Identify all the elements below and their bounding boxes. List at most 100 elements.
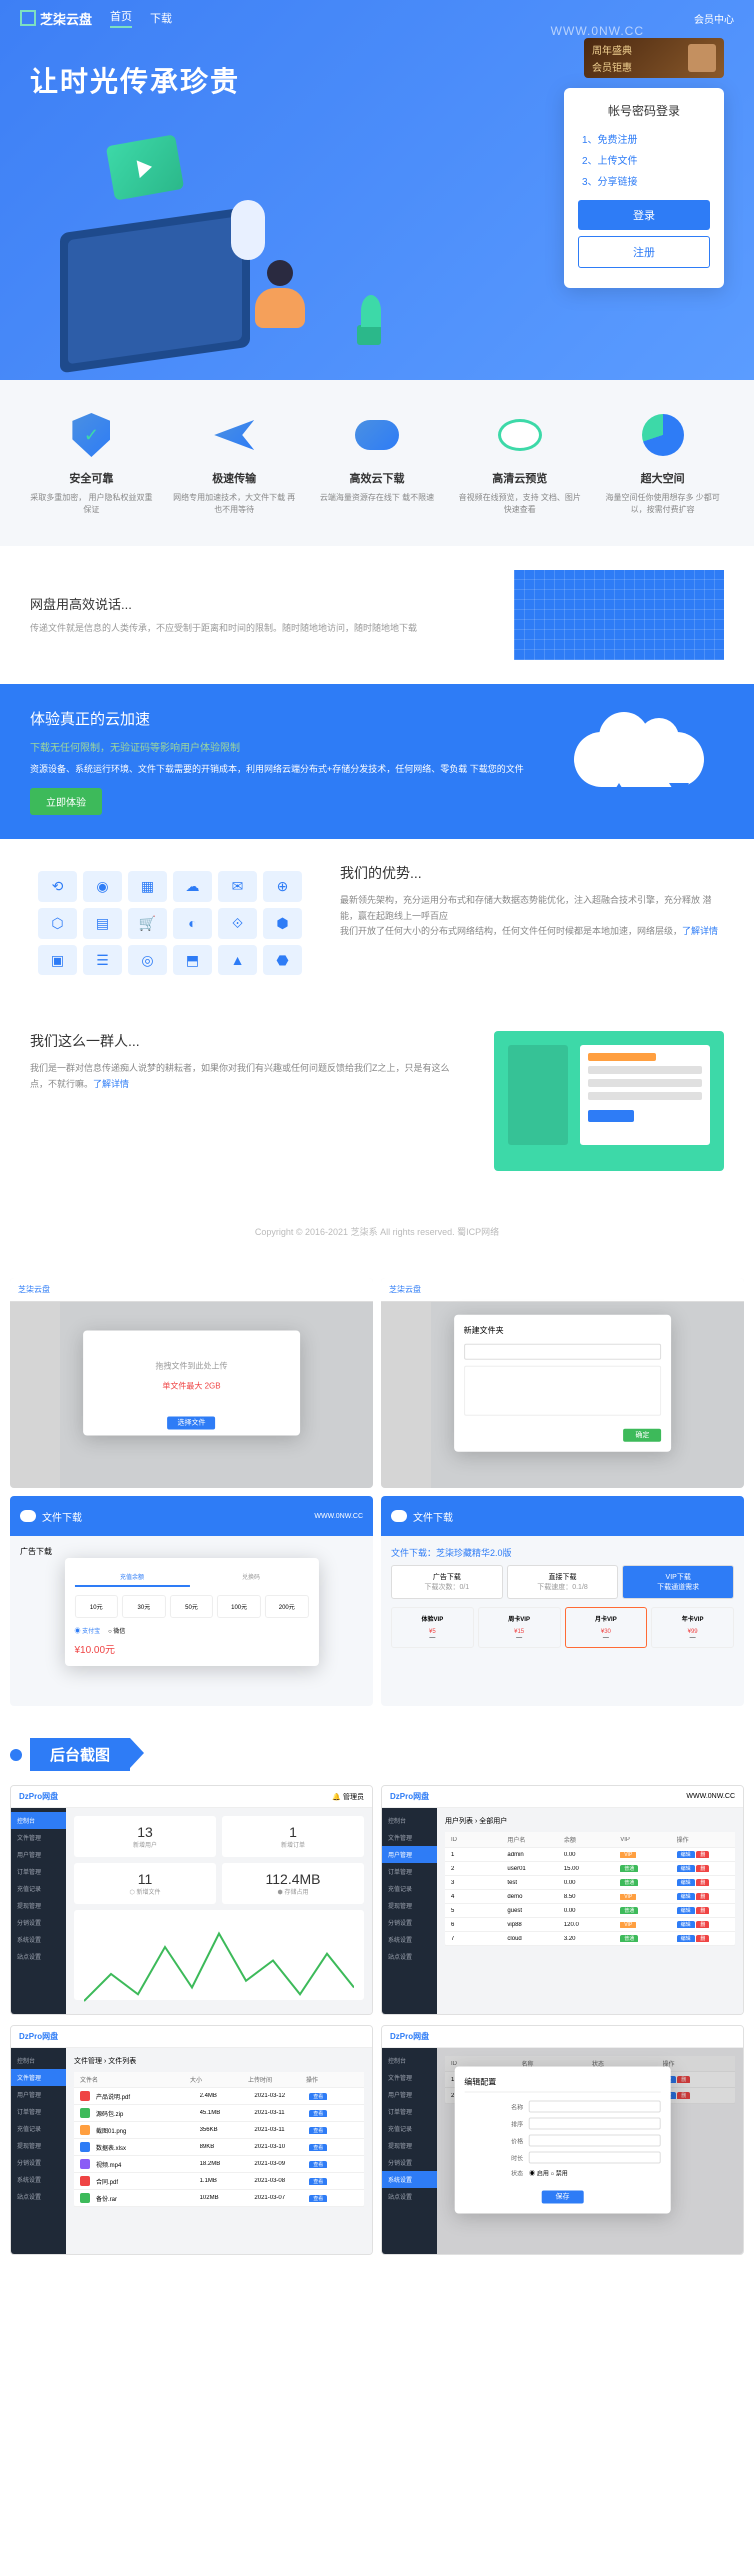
login-step1: 1、免费注册 — [578, 131, 710, 146]
admin-menu-item[interactable]: 控制台 — [382, 1812, 437, 1829]
admin-menu-item[interactable]: 文件管理 — [11, 1829, 66, 1846]
plan-week[interactable]: 周卡VIP¥15— — [478, 1607, 561, 1648]
plan-year[interactable]: 年卡VIP¥99— — [651, 1607, 734, 1648]
stat-files: 11⬡ 新增文件 — [74, 1863, 216, 1904]
admin-menu-item[interactable]: 文件管理 — [382, 1829, 437, 1846]
try-now-button[interactable]: 立即体验 — [30, 788, 102, 815]
accel-desc: 资源设备、系统运行环境、文件下载需要的开销成本，利用网络云端分布式+存储分发技术… — [30, 762, 554, 776]
shot-brand: 芝柒云盘 — [389, 1284, 421, 1295]
admin-section-header: 后台截图 — [0, 1724, 754, 1785]
admin-menu-item[interactable]: 提现管理 — [11, 1897, 66, 1914]
plane-icon — [209, 410, 259, 460]
admin-sidebar: 控制台文件管理用户管理订单管理充值记录提现管理分销设置系统设置站点设置 — [382, 2048, 437, 2254]
admin-menu-item[interactable]: 充值记录 — [382, 1880, 437, 1897]
admin-menu-item[interactable]: 提现管理 — [11, 2137, 66, 2154]
badge-dot-icon — [10, 1749, 22, 1761]
admin-menu-item[interactable]: 站点设置 — [11, 2188, 66, 2205]
admin-menu-item[interactable]: 订单管理 — [11, 1863, 66, 1880]
admin-menu-item[interactable]: 站点设置 — [382, 2188, 437, 2205]
admin-brand: DzPro网盘 — [390, 2031, 429, 2042]
shield-icon: ✓ — [66, 410, 116, 460]
admin-menu-item[interactable]: 分销设置 — [382, 1914, 437, 1931]
tab-direct[interactable]: 直接下载下载速度：0.1/8 — [507, 1565, 619, 1599]
admin-menu-item[interactable]: 订单管理 — [382, 1863, 437, 1880]
login-card: 帐号密码登录 1、免费注册 2、上传文件 3、分享链接 登录 注册 — [564, 88, 724, 288]
nav-member[interactable]: 会员中心 — [694, 11, 734, 26]
login-step3: 3、分享链接 — [578, 173, 710, 188]
admin-menu-item[interactable]: 站点设置 — [382, 1948, 437, 1965]
upload-modal: 拖拽文件到此处上传单文件最大 2GB 选择文件 — [83, 1331, 301, 1436]
admin-menu-item[interactable]: 文件管理 — [382, 2069, 437, 2086]
feature-desc: 音视频在线预览，支持 文档、图片快速查看 — [456, 492, 585, 516]
icons-grid: ⟲◉▦☁✉⊕ ⬡▤🛒◐⟐⬢ ▣☰◎⬒▲⬣ — [30, 863, 310, 983]
screenshot-download-vip: 文件下载 文件下载：芝柒珍藏精华2.0版 广告下载下载次数：0/1 直接下载下载… — [381, 1496, 744, 1706]
logo-icon — [20, 10, 36, 26]
register-button[interactable]: 注册 — [578, 236, 710, 268]
admin-menu-item[interactable]: 分销设置 — [382, 2154, 437, 2171]
stat-storage: 112.4MB⬢ 存储占用 — [222, 1863, 364, 1904]
admin-dashboard: DzPro网盘🔔 管理员 控制台文件管理用户管理订单管理充值记录提现管理分销设置… — [10, 1785, 373, 2015]
promo-avatar — [688, 44, 716, 72]
team-illustration — [494, 1031, 724, 1171]
promo-line2: 会员钜惠 — [592, 59, 632, 74]
plan-month[interactable]: 月卡VIP¥30— — [565, 1607, 648, 1648]
features-section: ✓ 安全可靠 采取多重加密， 用户隐私权益双重保证 极速传输 网络专用加速技术，… — [0, 380, 754, 546]
admin-menu-item[interactable]: 站点设置 — [11, 1948, 66, 1965]
plan-trial[interactable]: 体验VIP¥5— — [391, 1607, 474, 1648]
admin-menu-item[interactable]: 控制台 — [11, 2052, 66, 2069]
feature-title: 高清云预览 — [456, 470, 585, 486]
admin-menu-item[interactable]: 充值记录 — [11, 2120, 66, 2137]
admin-menu-item[interactable]: 充值记录 — [382, 2120, 437, 2137]
brand-logo[interactable]: 芝柒云盘 — [20, 9, 92, 28]
admin-menu-item[interactable]: 系统设置 — [11, 1931, 66, 1948]
admin-menu-item[interactable]: 控制台 — [11, 1812, 66, 1829]
learn-more-link[interactable]: 了解详情 — [682, 926, 718, 936]
feature-title: 极速传输 — [170, 470, 299, 486]
hero-section: 芝柒云盘 首页 下载 会员中心 WWW.0NW.CC 让时光传承珍贵 周年盛典 … — [0, 0, 754, 380]
stat-users: 13新增用户 — [74, 1816, 216, 1857]
tab-ad[interactable]: 广告下载下载次数：0/1 — [391, 1565, 503, 1599]
admin-menu-item[interactable]: 系统设置 — [11, 2171, 66, 2188]
admin-menu-item[interactable]: 用户管理 — [11, 2086, 66, 2103]
tab-vip[interactable]: VIP下载下载通道需求 — [622, 1565, 734, 1599]
brand-text: 芝柒云盘 — [40, 9, 92, 28]
admin-menu-item[interactable]: 用户管理 — [382, 2086, 437, 2103]
feature-desc: 海量空间任你使用想存多 少都可以，按需付费扩容 — [598, 492, 727, 516]
login-button[interactable]: 登录 — [578, 200, 710, 230]
nav-download[interactable]: 下载 — [150, 10, 172, 26]
admin-menu-item[interactable]: 系统设置 — [382, 2171, 437, 2188]
admin-menu-item[interactable]: 提现管理 — [382, 1897, 437, 1914]
arrow-up-icon — [609, 783, 629, 799]
learn-more-link[interactable]: 了解详情 — [93, 1079, 129, 1089]
screenshot-upload: 芝柒云盘 拖拽文件到此处上传单文件最大 2GB 选择文件 — [10, 1278, 373, 1488]
feature-desc: 网络专用加速技术，大文件下载 再也不用等待 — [170, 492, 299, 516]
play-icon — [106, 134, 184, 200]
admin-sidebar: 控制台文件管理用户管理订单管理充值记录提现管理分销设置系统设置站点设置 — [11, 2048, 66, 2254]
admin-menu-item[interactable]: 分销设置 — [11, 1914, 66, 1931]
admin-menu-item[interactable]: 订单管理 — [11, 2103, 66, 2120]
admin-menu-item[interactable]: 订单管理 — [382, 2103, 437, 2120]
feature-title: 超大空间 — [598, 470, 727, 486]
arrow-down-icon — [669, 783, 689, 799]
admin-menu-item[interactable]: 用户管理 — [382, 1846, 437, 1863]
admin-brand: DzPro网盘 — [19, 2031, 58, 2042]
nav-home[interactable]: 首页 — [110, 8, 132, 28]
admin-menu-item[interactable]: 系统设置 — [382, 1931, 437, 1948]
hero-illustration — [20, 110, 440, 380]
admin-menu-item[interactable]: 分销设置 — [11, 2154, 66, 2171]
screenshots-gallery: 芝柒云盘 拖拽文件到此处上传单文件最大 2GB 选择文件 芝柒云盘 新建文件夹 … — [0, 1268, 754, 1724]
admin-menu-item[interactable]: 充值记录 — [11, 1880, 66, 1897]
admin-menu-item[interactable]: 文件管理 — [11, 2069, 66, 2086]
eye-icon — [495, 410, 545, 460]
feature-space: 超大空间 海量空间任你使用想存多 少都可以，按需付费扩容 — [598, 410, 727, 516]
feature-title: 安全可靠 — [27, 470, 156, 486]
admin-menu-item[interactable]: 控制台 — [382, 2052, 437, 2069]
promo-banner[interactable]: 周年盛典 会员钜惠 — [584, 38, 724, 78]
admin-menu-item[interactable]: 用户管理 — [11, 1846, 66, 1863]
admin-menu-item[interactable]: 提现管理 — [382, 2137, 437, 2154]
acceleration-section: 体验真正的云加速 下载无任何限制，无验证码等影响用户体验限制 资源设备、系统运行… — [0, 684, 754, 839]
login-title: 帐号密码登录 — [578, 102, 710, 119]
screenshot-folder: 芝柒云盘 新建文件夹 确定 — [381, 1278, 744, 1488]
team-section: 我们这么一群人... 我们是一群对信息传递痴人说梦的耕耘者，如果你对我们有兴趣或… — [0, 1007, 754, 1195]
admin-sidebar: 控制台文件管理用户管理订单管理充值记录提现管理分销设置系统设置站点设置 — [382, 1808, 437, 2014]
